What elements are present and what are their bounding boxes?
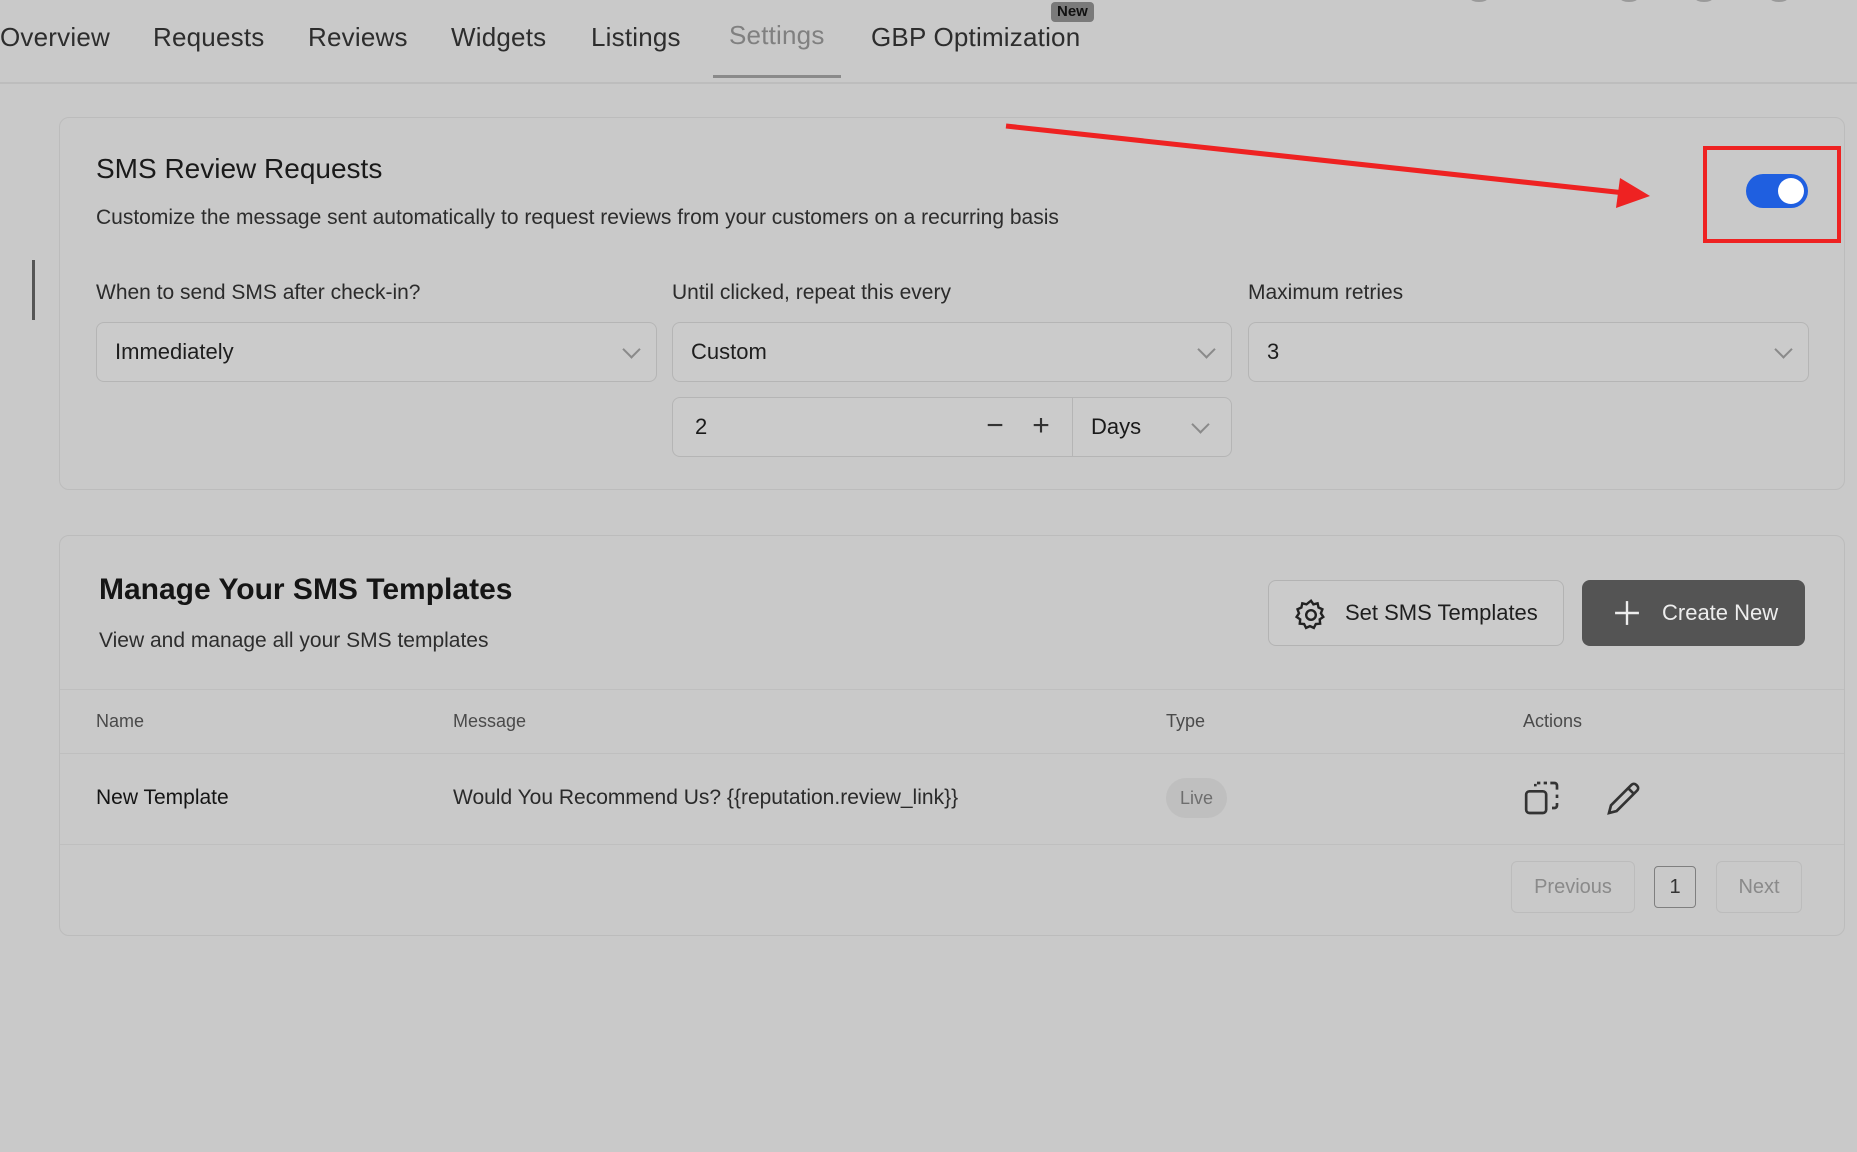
- tab-settings[interactable]: Settings: [729, 20, 825, 51]
- tab-overview[interactable]: Overview: [0, 22, 110, 53]
- repeat-every-select[interactable]: Custom: [672, 322, 1232, 382]
- send-after-value: Immediately: [115, 339, 234, 364]
- sms-section-description: Customize the message sent automatically…: [96, 206, 1059, 229]
- sms-requests-toggle[interactable]: [1746, 174, 1808, 208]
- create-new-button[interactable]: Create New: [1582, 580, 1805, 646]
- new-badge: New: [1051, 2, 1094, 22]
- set-sms-templates-button[interactable]: Set SMS Templates: [1268, 580, 1564, 646]
- top-dot: [1770, 0, 1788, 2]
- toggle-knob: [1778, 178, 1804, 204]
- col-header-type: Type: [1166, 711, 1206, 731]
- pencil-icon[interactable]: [1604, 778, 1644, 818]
- chevron-down-icon: [1191, 415, 1210, 434]
- plus-icon: [1615, 601, 1639, 625]
- col-header-message: Message: [453, 711, 527, 731]
- table-divider: [60, 689, 1844, 690]
- set-sms-templates-label: Set SMS Templates: [1345, 600, 1538, 625]
- page-number-1[interactable]: 1: [1654, 866, 1696, 908]
- scroll-marker: [32, 260, 35, 320]
- template-message: Would You Recommend Us? {{reputation.rev…: [453, 786, 959, 809]
- tab-gbp-optimization[interactable]: GBP Optimization: [871, 22, 1080, 53]
- copy-icon[interactable]: [1522, 778, 1562, 818]
- max-retries-select[interactable]: 3: [1248, 322, 1809, 382]
- status-badge: Live: [1166, 778, 1228, 818]
- repeat-every-value: Custom: [691, 339, 767, 364]
- template-name: New Template: [96, 786, 229, 809]
- previous-page-button[interactable]: Previous: [1511, 861, 1635, 913]
- gear-icon: [1294, 598, 1325, 630]
- send-after-select[interactable]: Immediately: [96, 322, 657, 382]
- templates-title: Manage Your SMS Templates: [99, 573, 513, 606]
- increment-button[interactable]: +: [1023, 398, 1059, 456]
- top-dot: [1470, 0, 1488, 2]
- chevron-down-icon: [1197, 340, 1216, 359]
- send-after-label: When to send SMS after check-in?: [96, 281, 421, 304]
- tab-widgets[interactable]: Widgets: [451, 22, 546, 53]
- next-page-button[interactable]: Next: [1716, 861, 1802, 913]
- table-divider: [60, 753, 1844, 754]
- interval-unit-value: Days: [1091, 414, 1142, 439]
- custom-interval-stepper: 2 − + Days: [672, 397, 1232, 457]
- table-divider: [60, 844, 1844, 845]
- tab-requests[interactable]: Requests: [153, 22, 264, 53]
- decrement-button[interactable]: −: [977, 398, 1013, 456]
- col-header-name: Name: [96, 711, 145, 731]
- create-new-label: Create New: [1662, 600, 1779, 625]
- top-dot: [1695, 0, 1713, 2]
- top-nav: Overview Requests Reviews Widgets Listin…: [0, 0, 1857, 84]
- chevron-down-icon: [1774, 340, 1793, 359]
- interval-unit-select[interactable]: Days: [1091, 398, 1231, 456]
- max-retries-value: 3: [1267, 339, 1280, 364]
- templates-description: View and manage all your SMS templates: [99, 629, 489, 652]
- interval-value-input[interactable]: 2: [695, 398, 707, 456]
- max-retries-label: Maximum retries: [1248, 281, 1404, 304]
- active-tab-indicator: [713, 75, 841, 78]
- repeat-every-label: Until clicked, repeat this every: [672, 281, 951, 304]
- stepper-divider: [1072, 398, 1073, 456]
- tab-reviews[interactable]: Reviews: [308, 22, 408, 53]
- chevron-down-icon: [622, 340, 641, 359]
- page: Overview Requests Reviews Widgets Listin…: [0, 0, 1857, 1152]
- sms-section-title: SMS Review Requests: [96, 153, 383, 184]
- tab-listings[interactable]: Listings: [591, 22, 681, 53]
- top-dot: [1620, 0, 1638, 2]
- col-header-actions: Actions: [1523, 711, 1583, 731]
